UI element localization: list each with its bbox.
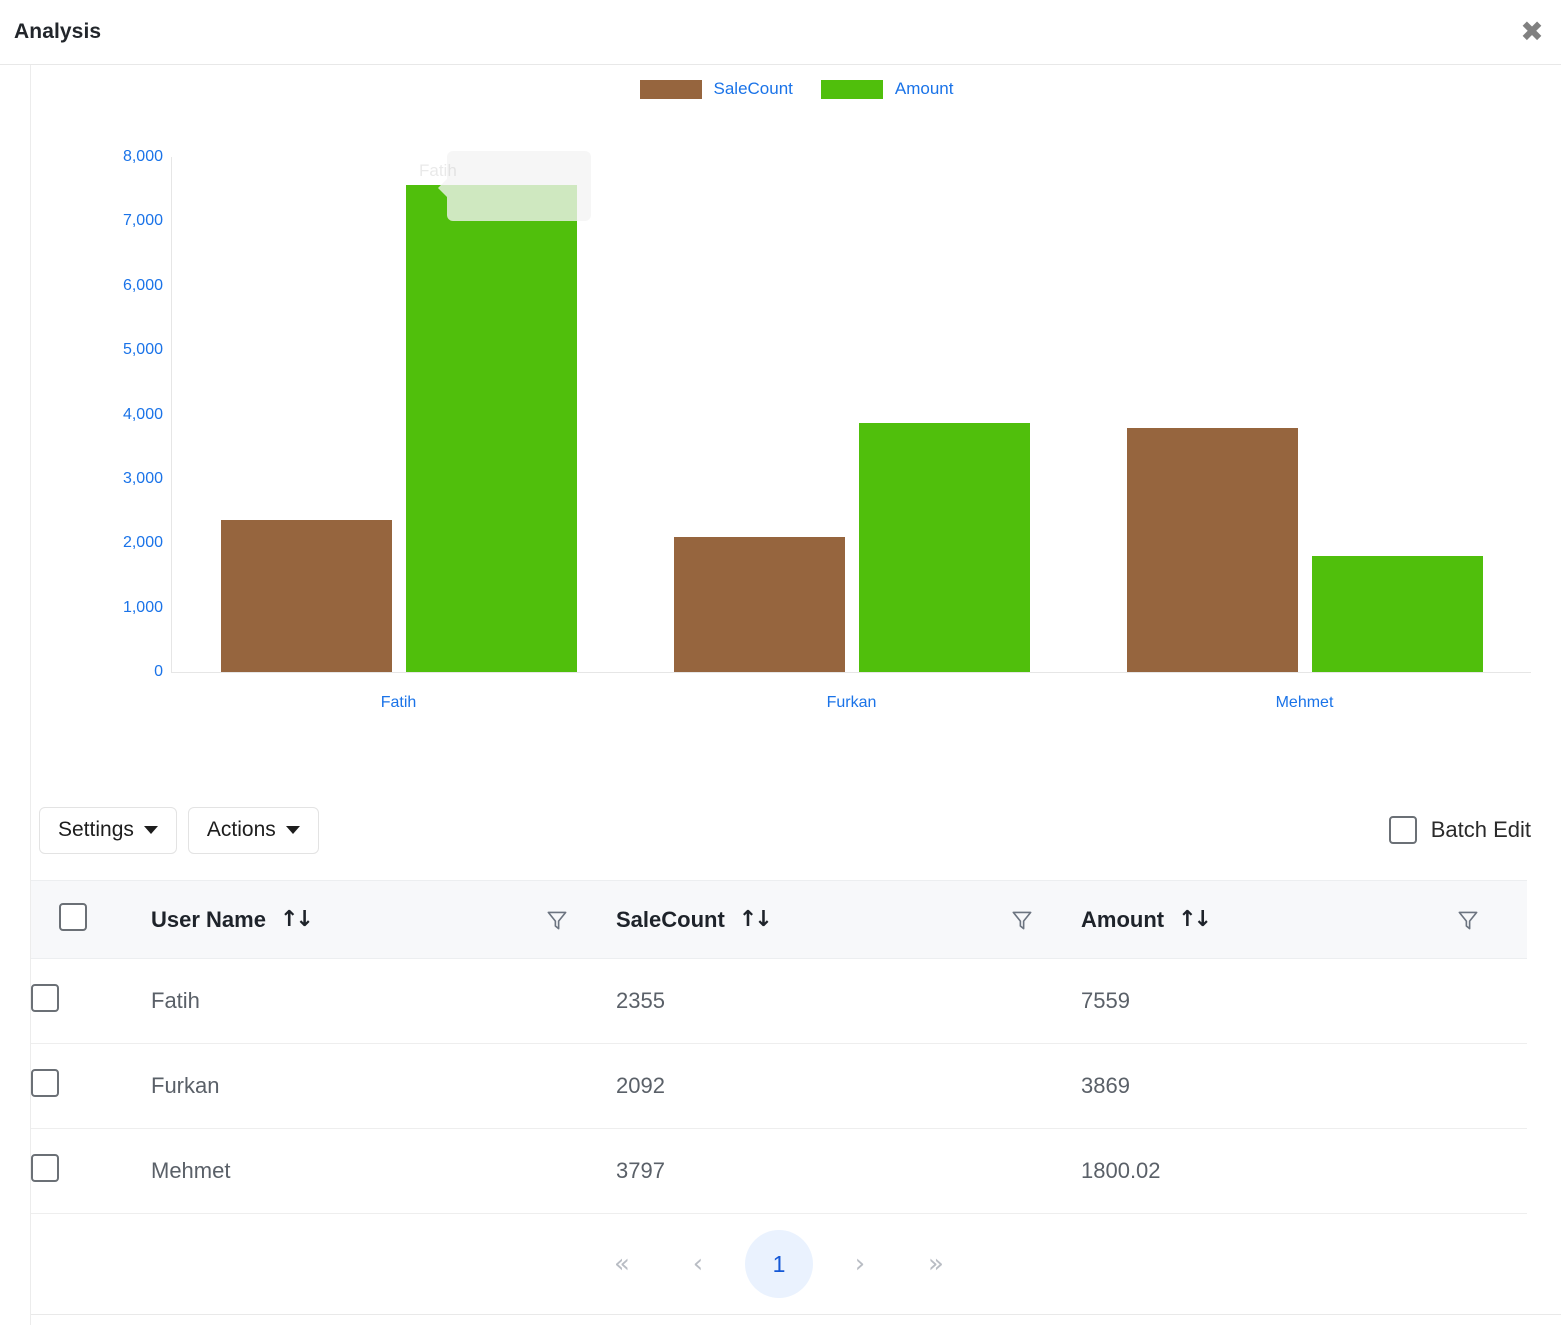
legend-item-salecount[interactable]: SaleCount [639,79,793,99]
close-icon[interactable]: ✖ [1515,15,1549,49]
chevron-down-icon [143,826,158,834]
modal-bottom-divider [31,1314,1561,1315]
row-checkbox[interactable] [31,1154,59,1182]
cell-amount: 1800.02 [1081,1128,1527,1214]
legend-swatch-salecount [639,79,702,99]
batch-edit-toggle[interactable]: Batch Edit [1388,816,1531,844]
y-axis-tick: 0 [154,663,163,680]
row-select-cell [31,1128,151,1214]
chevron-down-icon [285,826,300,834]
cell-user-name: Mehmet [151,1128,616,1214]
table-row[interactable]: Furkan 2092 3869 [31,1043,1527,1129]
chart-y-axis: 8,000 7,000 6,000 5,000 4,000 3,000 2,000 1,000… [101,148,163,680]
y-axis-tick: 1,000 [122,598,163,616]
legend-item-amount[interactable]: Amount [820,79,954,99]
analysis-modal: Analysis ✖ SaleCount Amount 8,000 7,000 6,… [0,0,1561,1326]
y-axis-tick: 3,000 [122,469,163,487]
y-axis-tick: 4,000 [122,405,163,423]
sort-icon-user-name[interactable]: ↑↓ [280,907,314,932]
table-body: Fatih 2355 7559 Furkan 2092 3869 Mehmet 3797 180… [31,958,1527,1214]
y-axis-tick: 8,000 [122,148,163,165]
table-head: User Name ↑↓ SaleCount ↑↓ Amount ↑↓ [31,880,1527,959]
select-all-checkbox[interactable] [59,902,87,931]
modal-header: Analysis ✖ [0,0,1561,65]
table-row[interactable]: Mehmet 3797 1800.02 [31,1128,1527,1214]
column-label-sale-count: SaleCount [616,906,725,932]
cell-sale-count: 2355 [616,958,1081,1044]
y-axis-tick: 2,000 [122,534,163,552]
pagination-prev-button[interactable]: ‹ [669,1235,727,1293]
row-checkbox[interactable] [31,1069,59,1097]
table-header-sale-count: SaleCount ↑↓ [616,880,1081,959]
table-toolbar: Settings Actions Batch Edit [31,805,1561,855]
chart-bars [172,157,1531,672]
column-label-user-name: User Name [151,906,266,932]
table-header-amount: Amount ↑↓ [1081,880,1527,959]
sort-icon-amount[interactable]: ↑↓ [1178,907,1212,932]
filter-icon-sale-count[interactable] [1009,907,1035,933]
chart-bar[interactable] [405,185,577,672]
table-row[interactable]: Fatih 2355 7559 [31,958,1527,1044]
page-title: Analysis [14,20,102,43]
cell-sale-count: 3797 [616,1128,1081,1214]
row-checkbox[interactable] [31,984,59,1012]
sort-icon-sale-count[interactable]: ↑↓ [739,907,773,932]
settings-button-label: Settings [58,818,134,841]
analysis-table: User Name ↑↓ SaleCount ↑↓ Amount ↑↓ Fati… [31,880,1527,1214]
y-axis-tick: 5,000 [122,341,163,359]
chart-x-axis: Fatih Furkan Mehmet [172,682,1531,722]
actions-button[interactable]: Actions [187,806,319,854]
chart-tooltip: Fatih [419,151,591,221]
pagination-page-1[interactable]: 1 [745,1230,813,1298]
pagination-first-button[interactable]: « [593,1235,651,1293]
filter-icon-amount[interactable] [1455,907,1481,933]
filter-icon-user-name[interactable] [544,907,570,933]
x-axis-label: Furkan [826,694,877,711]
chart-plot-area: 8,000 7,000 6,000 5,000 4,000 3,000 2,000 1,000… [101,148,1531,711]
pagination-next-button[interactable]: › [831,1235,889,1293]
row-select-cell [31,958,151,1044]
y-axis-tick: 7,000 [122,212,163,230]
legend-swatch-amount [820,79,883,99]
chart-legend: SaleCount Amount [31,79,1561,99]
legend-label-amount: Amount [894,79,954,98]
batch-edit-checkbox[interactable] [1388,816,1417,844]
cell-user-name: Fatih [151,958,616,1044]
chart-bar[interactable] [858,422,1030,672]
chart-bar[interactable] [1126,427,1298,672]
chart-bar[interactable] [673,537,845,672]
chart-tooltip-text: Fatih [419,161,457,180]
cell-amount: 7559 [1081,958,1527,1044]
x-axis-label: Mehmet [1275,694,1334,711]
column-label-amount: Amount [1081,906,1165,932]
table-header-user-name: User Name ↑↓ [151,880,616,959]
pagination-last-button[interactable]: » [907,1235,965,1293]
chart-bar[interactable] [220,520,392,672]
analysis-bar-chart: SaleCount Amount 8,000 7,000 6,000 5,000 4,0… [31,65,1561,725]
cell-sale-count: 2092 [616,1043,1081,1129]
y-axis-tick: 6,000 [122,276,163,294]
cell-amount: 3869 [1081,1043,1527,1129]
chart-bar[interactable] [1311,556,1483,672]
batch-edit-label: Batch Edit [1430,817,1531,842]
actions-button-label: Actions [206,818,276,841]
table-header-row: User Name ↑↓ SaleCount ↑↓ Amount ↑↓ [31,880,1527,959]
row-select-cell [31,1043,151,1129]
table-header-select-all [31,880,151,959]
x-axis-label: Fatih [380,694,417,711]
modal-body: SaleCount Amount 8,000 7,000 6,000 5,000 4,0… [30,65,1561,1325]
legend-label-salecount: SaleCount [713,79,793,98]
cell-user-name: Furkan [151,1043,616,1129]
pagination: « ‹ 1 › » [31,1214,1527,1314]
settings-button[interactable]: Settings [39,806,177,854]
chart-axis-line-horizontal [171,672,1531,673]
